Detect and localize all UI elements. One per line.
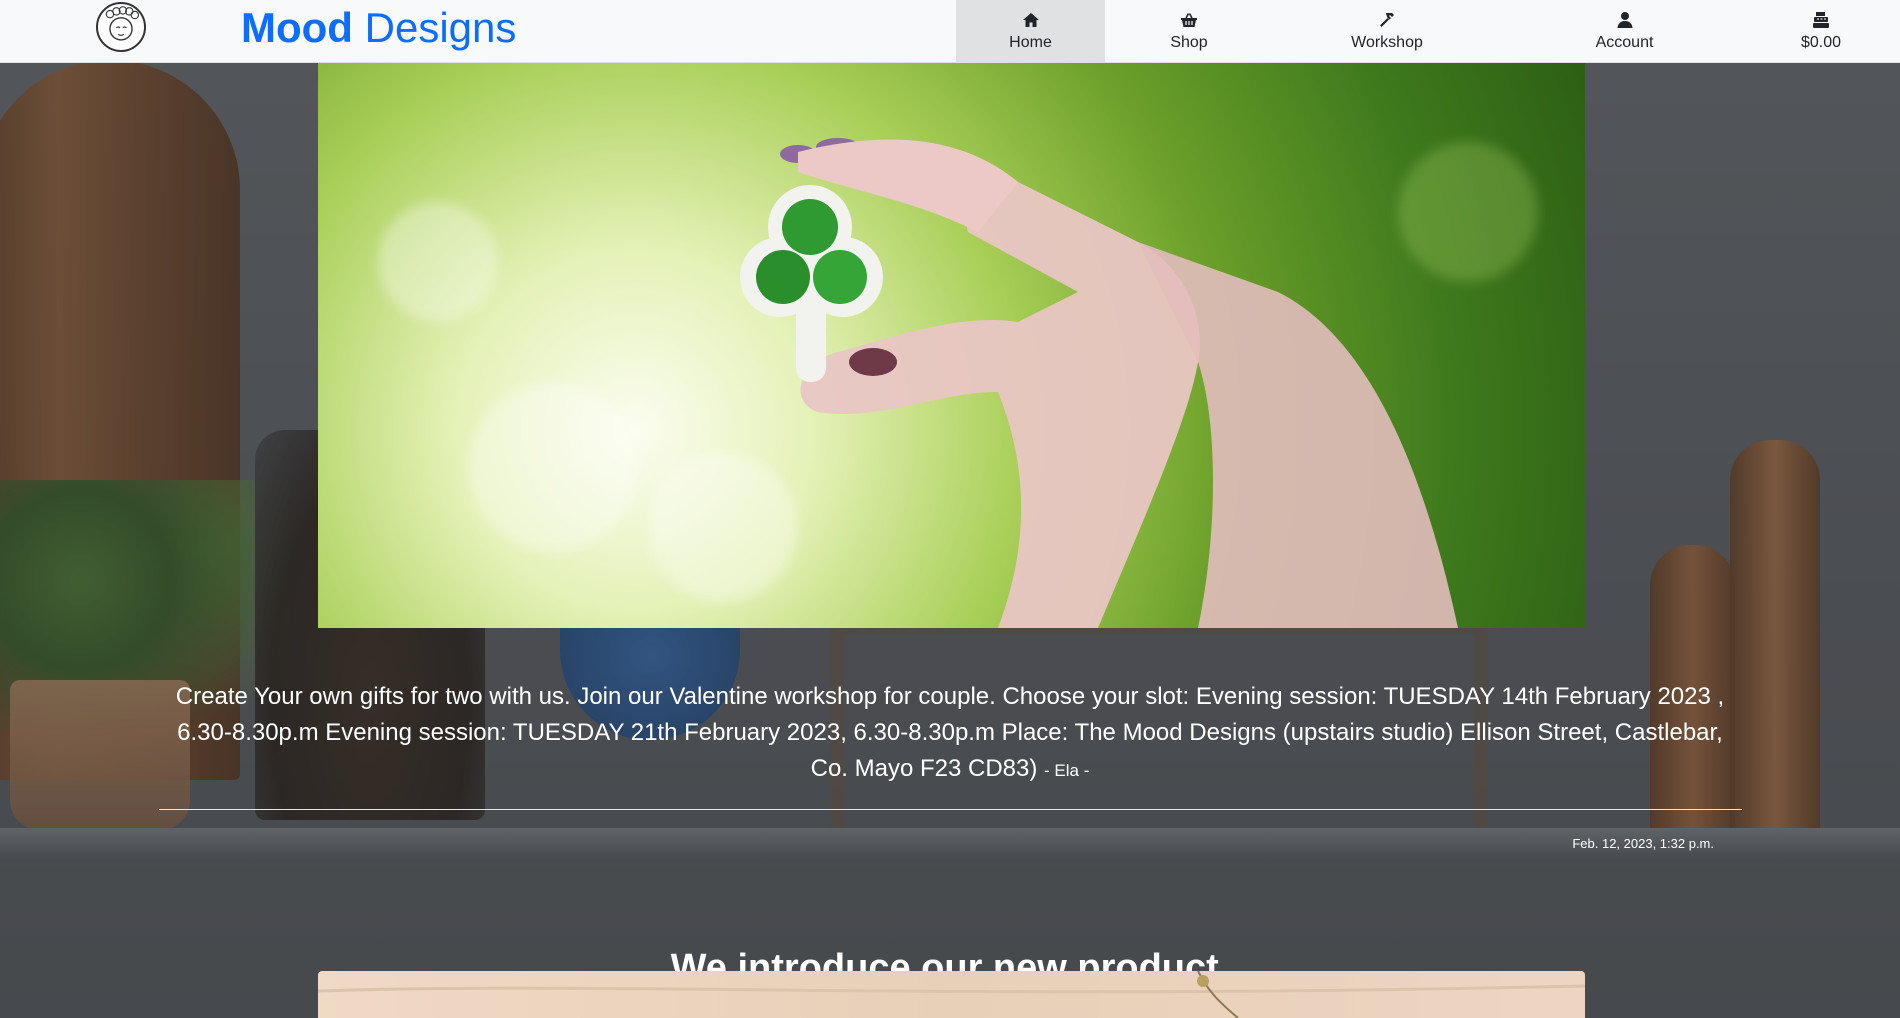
home-icon [1022,13,1039,27]
nav-cart-total[interactable]: $0.00 [1778,0,1864,62]
user-icon [1617,12,1632,28]
nav-workshop[interactable]: Workshop [1330,0,1444,62]
post-divider [159,809,1742,810]
post-body: Create Your own gifts for two with us. J… [175,683,1725,782]
nav-home-label: Home [1009,34,1052,51]
brand-part-1: Mood [241,4,353,51]
basket-icon [1181,13,1197,27]
cash-register-icon [1813,12,1829,28]
hand-holding-shamrock-icon [740,138,1458,628]
brand-part-2: Designs [364,4,517,51]
site-brand-title[interactable]: Mood Designs [241,2,516,54]
new-product-image [318,971,1585,1018]
site-logo[interactable] [96,2,146,52]
nav-account-label: Account [1595,34,1654,51]
post-author: - Ela - [1044,761,1090,780]
nav-account[interactable]: Account [1568,0,1681,62]
post-image [318,62,1585,628]
post-date: Feb. 12, 2023, 1:32 p.m. [1572,836,1714,851]
face-logo-icon [105,6,140,41]
nav-home[interactable]: Home [956,0,1105,62]
top-navbar: Mood Designs Home Shop Workshop Account [0,0,1900,63]
nav-shop[interactable]: Shop [1130,0,1248,62]
hammer-icon [1380,13,1394,27]
nav-shop-label: Shop [1170,34,1208,51]
post-text: Create Your own gifts for two with us. J… [160,679,1740,789]
nav-workshop-label: Workshop [1351,34,1423,51]
nav-cart-total-label: $0.00 [1800,34,1842,51]
